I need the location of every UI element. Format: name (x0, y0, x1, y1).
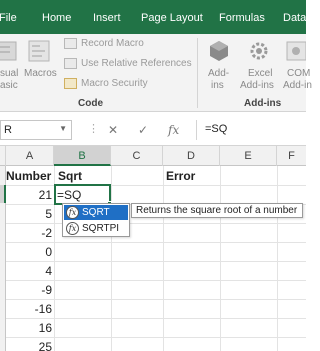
record-macro-icon (64, 38, 77, 49)
visual-basic-label-2: asic (0, 80, 18, 91)
tab-insert[interactable]: Insert (93, 12, 121, 24)
formula-bar-grip-icon: ⋮ (88, 123, 99, 135)
cell-a1-header[interactable]: Number (6, 167, 54, 185)
number-cell[interactable]: -2 (6, 224, 52, 242)
number-cell[interactable]: -9 (6, 281, 52, 299)
visual-basic-icon[interactable] (0, 40, 18, 64)
formula-input[interactable]: =SQ (196, 120, 306, 140)
com-add-ins-label-2: Add-in (283, 80, 312, 91)
number-cell[interactable]: 4 (6, 262, 52, 280)
cell-d1-header[interactable]: Error (166, 167, 218, 185)
add-ins-label: Add- (208, 68, 230, 79)
column-header-d[interactable]: D (163, 146, 220, 166)
column-header-b[interactable]: B (54, 146, 111, 166)
column-header-f[interactable]: F (277, 146, 306, 166)
macro-security-icon (64, 78, 77, 89)
function-tooltip: Returns the square root of a number (131, 203, 303, 218)
record-macro-button[interactable]: Record Macro (64, 38, 144, 49)
number-cell[interactable]: 21 (6, 186, 52, 204)
number-cell[interactable]: 0 (6, 243, 52, 261)
relative-references-icon (64, 58, 77, 69)
formula-input-value: =SQ (205, 123, 228, 135)
enter-button[interactable]: ✓ (138, 123, 148, 137)
excel-add-ins-icon[interactable] (246, 38, 272, 64)
macros-label[interactable]: Macros (24, 68, 57, 80)
excel-add-ins-label: Excel (248, 68, 273, 79)
gridline (220, 166, 221, 351)
column-header-a[interactable]: A (6, 146, 54, 166)
tab-page-layout[interactable]: Page Layout (141, 12, 203, 24)
chevron-down-icon[interactable]: ▼ (59, 124, 67, 133)
com-add-ins-icon[interactable] (284, 38, 306, 64)
insert-function-button[interactable]: fx (168, 123, 179, 137)
function-autocomplete-list: fx SQRT fx SQRTPI (62, 203, 130, 237)
ribbon-divider (197, 38, 198, 108)
use-relative-references-button[interactable]: Use Relative References (64, 58, 192, 69)
record-macro-label: Record Macro (81, 38, 144, 49)
name-box-value: R (4, 124, 12, 136)
tab-data[interactable]: Data (283, 12, 306, 24)
cancel-button[interactable]: ✕ (108, 123, 118, 137)
function-icon: fx (66, 206, 79, 219)
number-cell[interactable]: 16 (6, 319, 52, 337)
tab-formulas[interactable]: Formulas (219, 12, 265, 24)
code-group-title: Code (78, 98, 103, 109)
column-header-e[interactable]: E (220, 146, 277, 166)
autocomplete-item-label: SQRT (82, 207, 110, 218)
column-header-c[interactable]: C (111, 146, 163, 166)
active-cell-text[interactable]: =SQ (57, 186, 107, 204)
autocomplete-item-sqrt[interactable]: fx SQRT (64, 205, 128, 220)
excel-add-ins-label-2: Add-ins (240, 80, 274, 91)
number-cell[interactable]: 25 (6, 338, 52, 351)
tab-file[interactable]: File (0, 12, 17, 24)
number-cell[interactable]: -16 (6, 300, 52, 318)
add-ins-label-2: ins (211, 80, 224, 91)
macros-icon[interactable] (27, 38, 53, 64)
autocomplete-item-label: SQRTPI (82, 223, 120, 234)
name-box[interactable]: R ▼ (0, 120, 72, 140)
gridline (163, 166, 164, 351)
add-ins-group-title: Add-ins (244, 98, 282, 109)
visual-basic-label: sual (0, 68, 19, 79)
gridline (111, 166, 112, 351)
ribbon: sual asic Macros Record Macro Use Relati… (0, 34, 312, 112)
use-relative-references-label: Use Relative References (81, 58, 192, 69)
add-ins-icon[interactable] (207, 38, 231, 64)
gridline (277, 166, 278, 351)
function-icon: fx (66, 222, 79, 235)
macro-security-label: Macro Security (81, 78, 148, 89)
ribbon-tab-bar: File Home Insert Page Layout Formulas Da… (0, 0, 306, 34)
macro-security-button[interactable]: Macro Security (64, 78, 148, 89)
com-add-ins-label: COM (287, 68, 311, 79)
formula-bar: R ▼ ⋮ ✕ ✓ fx =SQ (0, 112, 306, 146)
autocomplete-item-sqrtpi[interactable]: fx SQRTPI (64, 221, 128, 236)
number-cell[interactable]: 5 (6, 205, 52, 223)
cell-b1-header[interactable]: Sqrt (58, 167, 108, 185)
tab-home[interactable]: Home (42, 12, 71, 24)
column-headers: A B C D E F (0, 146, 306, 166)
